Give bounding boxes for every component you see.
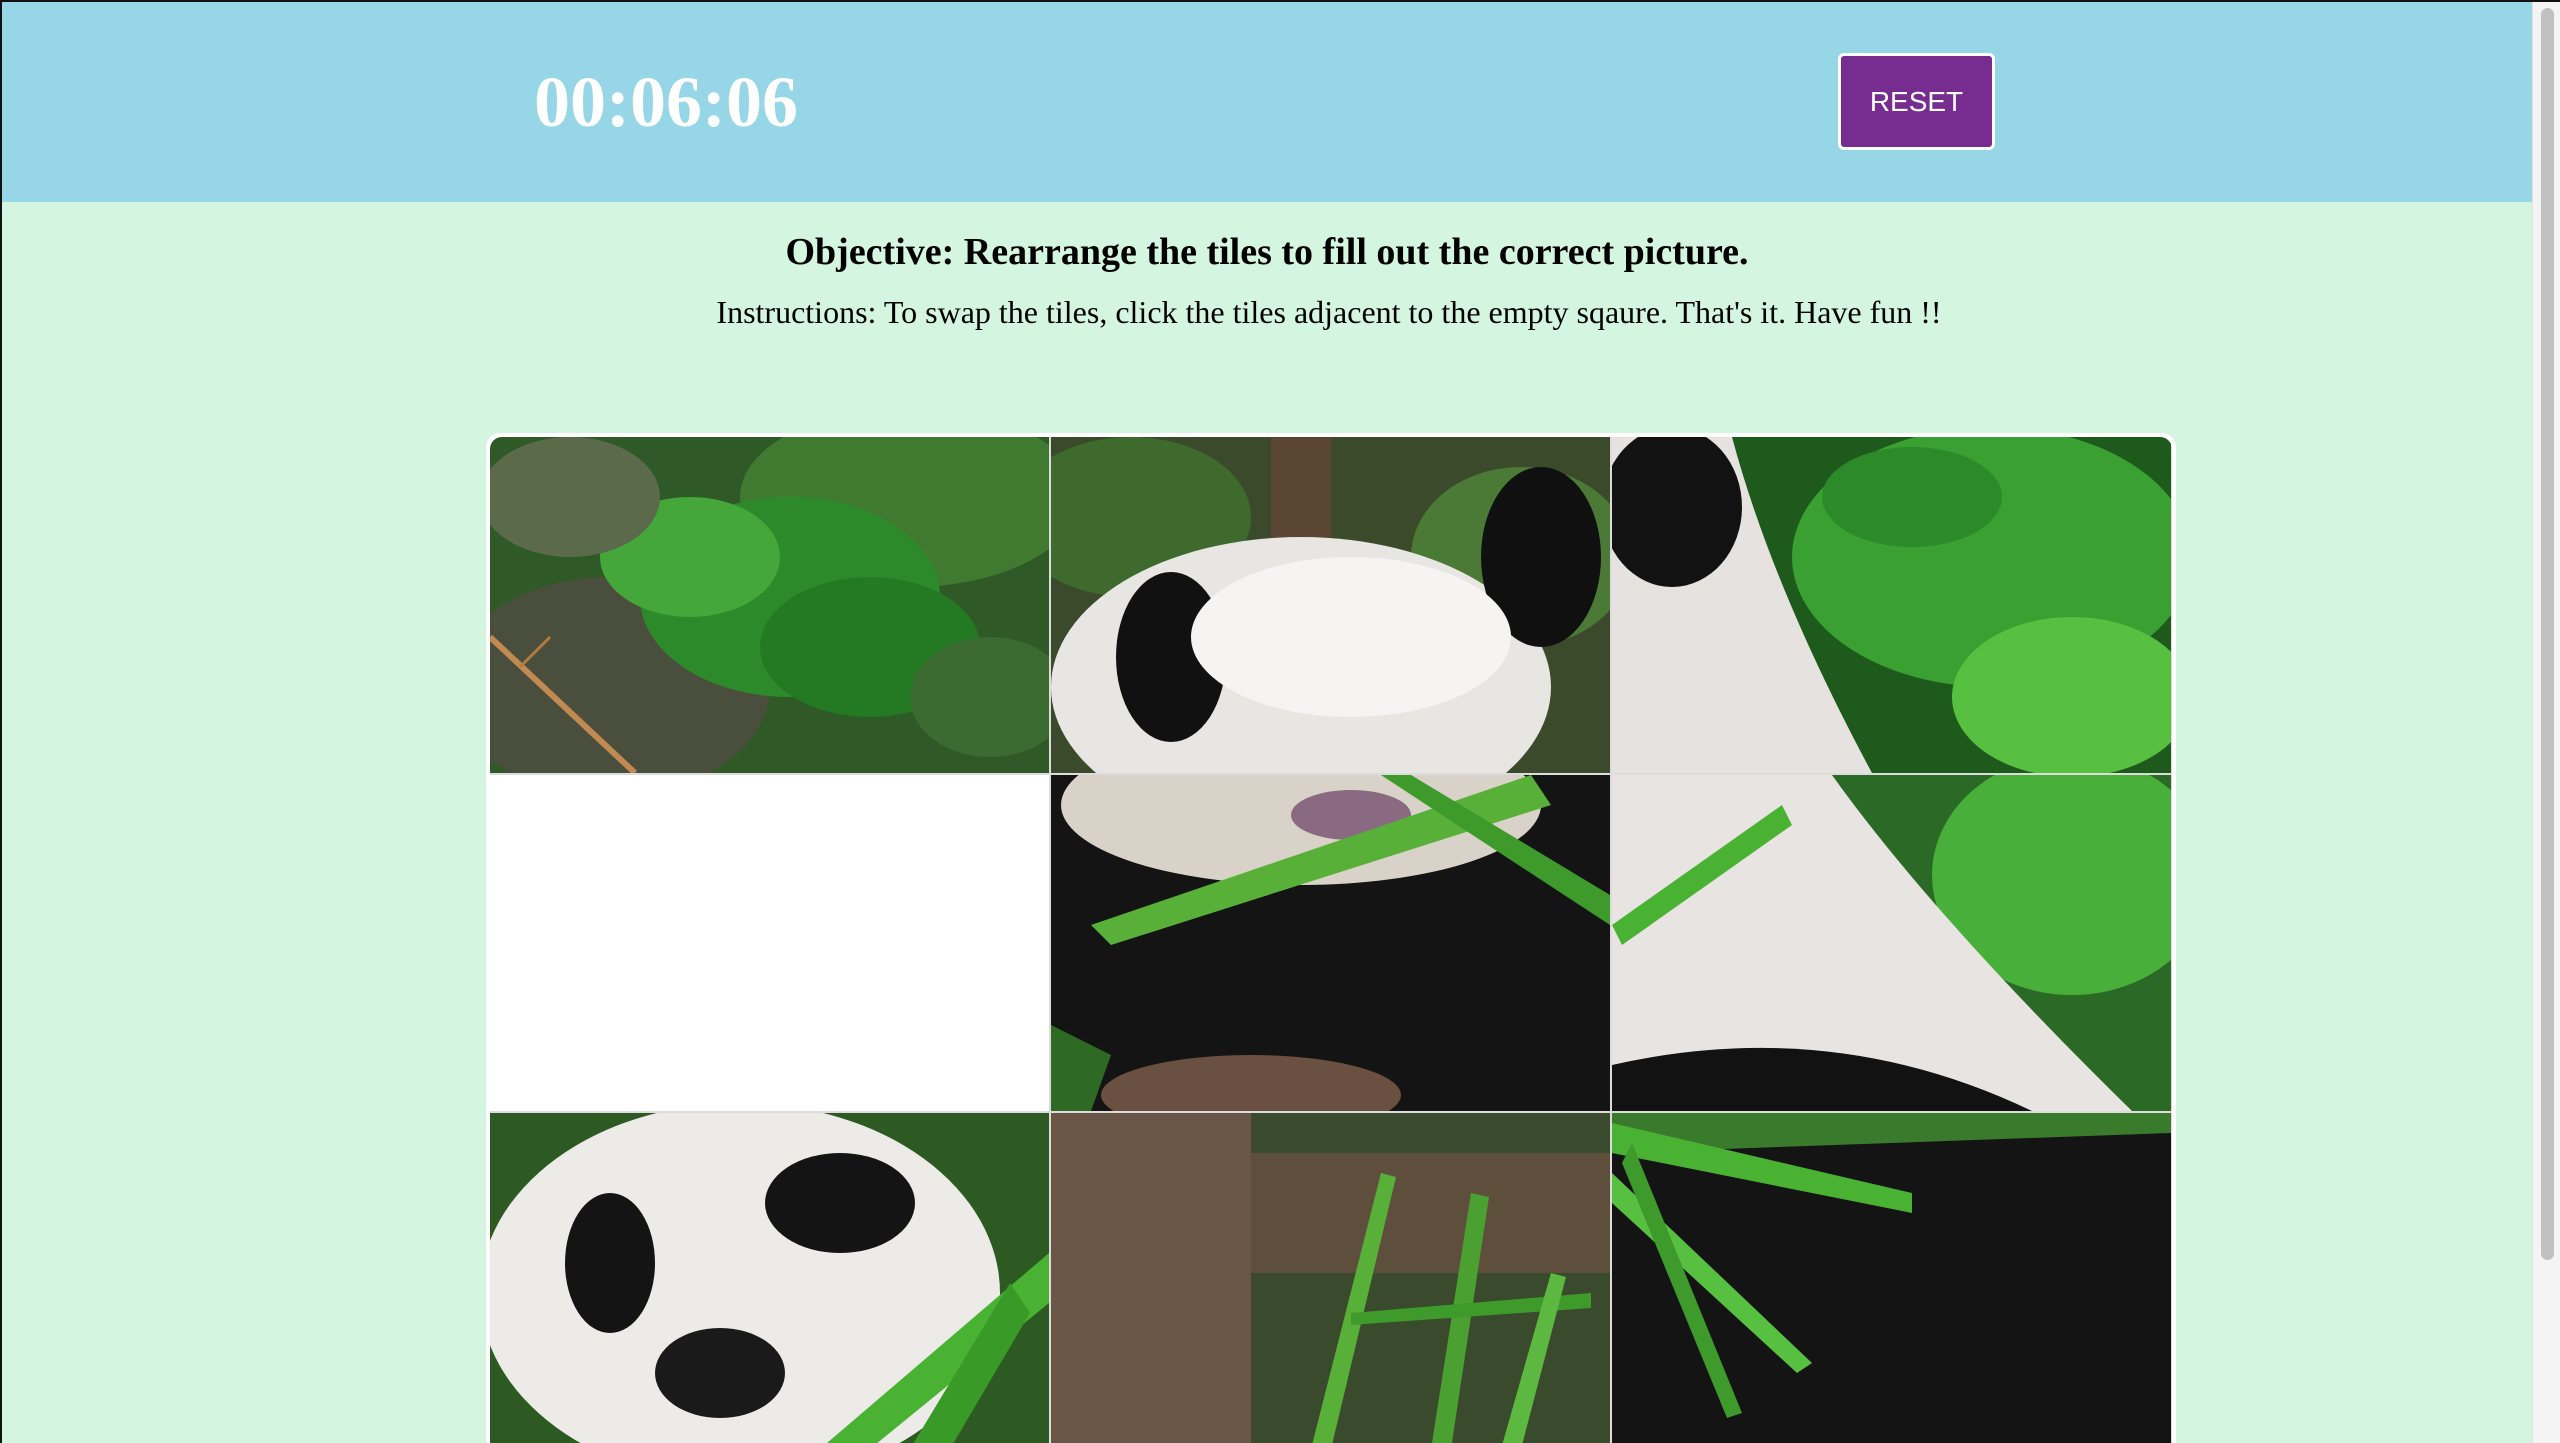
objective-text: Objective: Rearrange the tiles to fill o… <box>785 231 1749 273</box>
vertical-scrollbar[interactable] <box>2532 2 2560 1443</box>
puzzle-tile-8[interactable] <box>1051 1113 1610 1443</box>
puzzle-tile-3[interactable] <box>1612 437 2171 773</box>
puzzle-tile-6[interactable] <box>1612 775 2171 1111</box>
tile-image-panda-body <box>1612 1113 2171 1443</box>
puzzle-tile-9[interactable] <box>1612 1113 2171 1443</box>
puzzle-tile-1[interactable] <box>490 437 1049 773</box>
tile-image-panda-face <box>490 1113 1049 1443</box>
timer-display: 00:06:06 <box>534 62 798 142</box>
tile-image-foliage <box>490 437 1049 773</box>
puzzle-board <box>486 433 2176 1443</box>
instructions-text: Instructions: To swap the tiles, click t… <box>716 294 1942 330</box>
puzzle-grid <box>490 437 2172 1443</box>
game-page: 00:06:06 RESET Objective: Rearrange the … <box>0 0 2560 1443</box>
puzzle-tile-2[interactable] <box>1051 437 1610 773</box>
tile-image-panda-mouth <box>1051 775 1610 1111</box>
reset-button[interactable]: RESET <box>1838 53 1995 150</box>
header-bar: 00:06:06 RESET <box>2 2 2532 202</box>
tile-image-panda-head-top <box>1051 437 1610 773</box>
puzzle-tile-empty[interactable] <box>490 775 1049 1111</box>
scrollbar-thumb[interactable] <box>2541 8 2554 1260</box>
tile-image-panda-shoulder <box>1612 775 2171 1111</box>
tile-image-leaves-back <box>1612 437 2171 773</box>
tile-image-log-bamboo <box>1051 1113 1610 1443</box>
puzzle-tile-5[interactable] <box>1051 775 1610 1111</box>
puzzle-tile-7[interactable] <box>490 1113 1049 1443</box>
